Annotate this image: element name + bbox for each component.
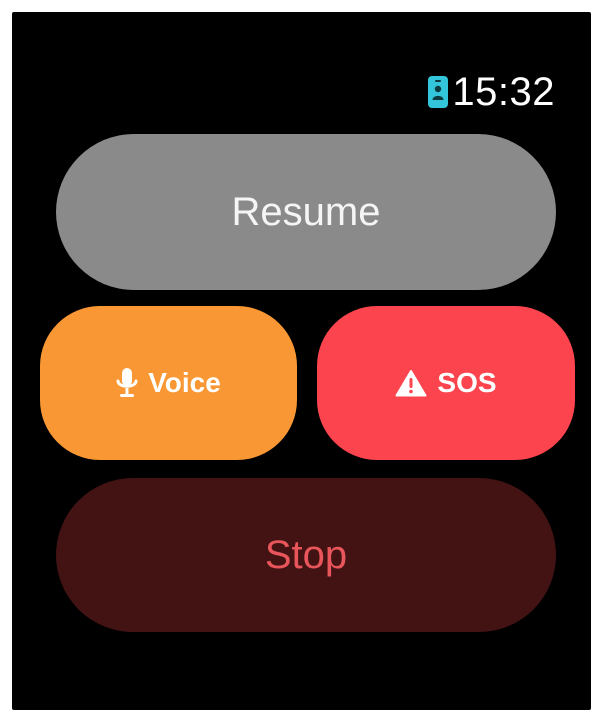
voice-button[interactable]: Voice <box>40 306 297 460</box>
stop-label: Stop <box>264 532 348 577</box>
stop-button[interactable]: Stop <box>56 478 556 632</box>
warning-triangle-icon <box>395 369 427 397</box>
sos-label: SOS <box>437 367 497 398</box>
resume-button[interactable]: Resume <box>56 134 556 290</box>
microphone-icon <box>116 367 138 399</box>
watch-screen: 15:32 Resume Voice SOS Stop <box>12 12 591 710</box>
clock-time: 15:32 <box>452 70 555 114</box>
status-bar: 15:32 <box>428 72 555 112</box>
resume-label: Resume <box>231 189 381 234</box>
person-badge-icon <box>428 76 449 108</box>
sos-button[interactable]: SOS <box>317 306 575 460</box>
voice-label: Voice <box>148 367 221 398</box>
